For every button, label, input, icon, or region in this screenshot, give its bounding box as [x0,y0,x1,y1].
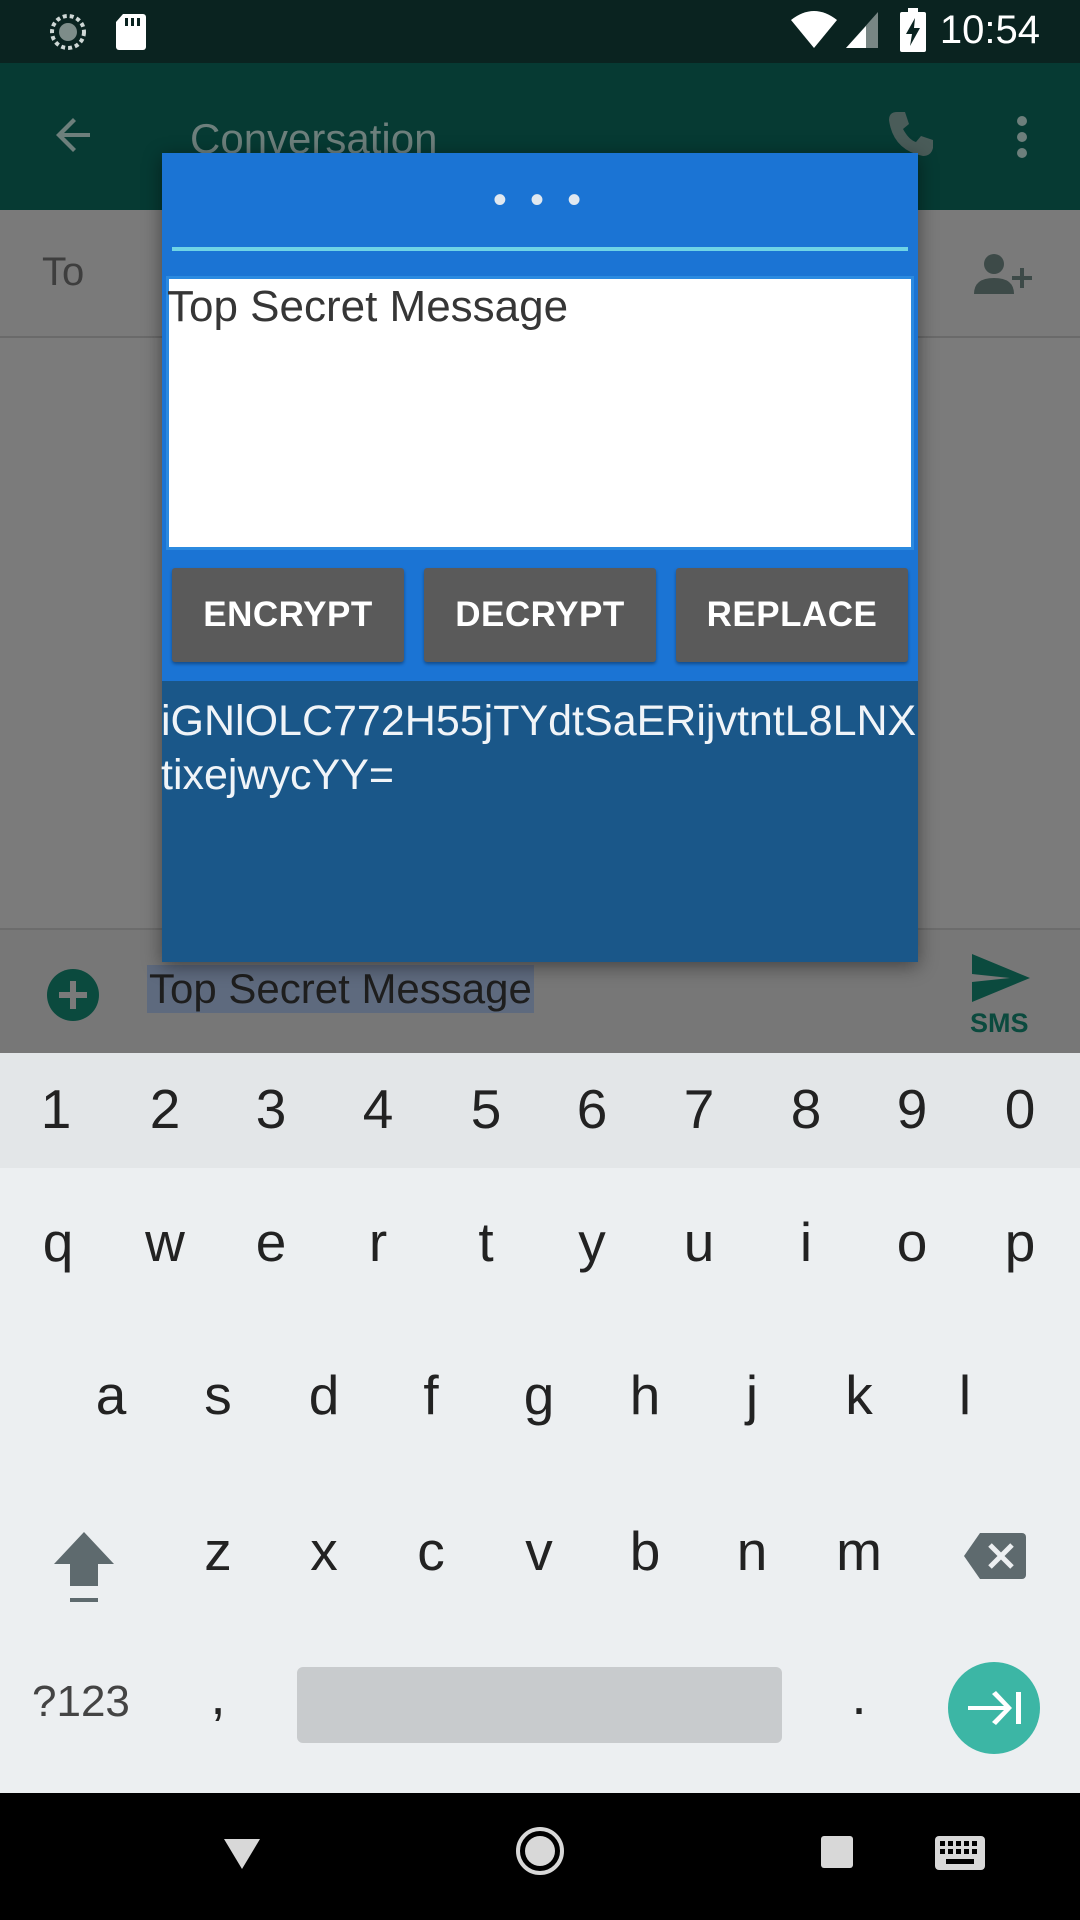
keyboard-icon[interactable] [934,1835,986,1871]
decrypt-button[interactable]: DECRYPT [424,568,656,662]
ciphertext-value: iGNlOLC772H55jTYdtSaERijvtntL8LNXtixejwy… [161,697,917,799]
shift-icon[interactable] [52,1530,116,1606]
key-i[interactable]: i [766,1210,846,1274]
space-bar[interactable] [297,1667,782,1743]
key-m[interactable]: m [819,1519,899,1583]
key-n[interactable]: n [712,1519,792,1583]
key-2[interactable]: 2 [125,1077,205,1141]
key-b[interactable]: b [605,1519,685,1583]
key-p[interactable]: p [980,1210,1060,1274]
key-q[interactable]: q [18,1210,98,1274]
key-u[interactable]: u [659,1210,739,1274]
more-vert-icon[interactable] [1010,113,1034,161]
key-6[interactable]: 6 [552,1077,632,1141]
add-contact-icon[interactable] [972,252,1038,296]
send-sms-label[interactable]: SMS [970,1008,1029,1039]
key-t[interactable]: t [446,1210,526,1274]
encryption-dialog: • • • Top Secret Message ENCRYPT DECRYPT… [161,153,918,962]
dialog-title: • • • [492,178,588,222]
ciphertext-output: iGNlOLC772H55jTYdtSaERijvtntL8LNXtixejwy… [161,681,918,962]
home-circle-icon[interactable] [515,1826,565,1876]
key-0[interactable]: 0 [980,1077,1060,1141]
key-1[interactable]: 1 [16,1077,96,1141]
back-triangle-icon[interactable] [222,1837,262,1871]
wifi-icon [791,11,837,48]
replace-button[interactable]: REPLACE [676,568,908,662]
encrypt-button[interactable]: ENCRYPT [172,568,404,662]
sync-icon [50,14,86,50]
key-d[interactable]: d [284,1363,364,1427]
key-period[interactable]: . [819,1663,899,1727]
enter-key[interactable] [948,1662,1040,1754]
number-row: 1 2 3 4 5 6 7 8 9 0 [0,1053,1080,1168]
key-4[interactable]: 4 [338,1077,418,1141]
key-k[interactable]: k [819,1363,899,1427]
key-h[interactable]: h [605,1363,685,1427]
sd-card-icon [116,14,146,50]
status-bar: 10:54 [0,0,1080,63]
send-icon[interactable] [970,952,1032,1004]
battery-charging-icon [900,8,926,52]
back-arrow-icon[interactable] [50,111,98,159]
key-x[interactable]: x [284,1519,364,1583]
plaintext-input[interactable]: Top Secret Message [166,276,914,550]
plaintext-value: Top Secret Message [167,282,569,331]
key-o[interactable]: o [872,1210,952,1274]
key-y[interactable]: y [552,1210,632,1274]
to-label: To [42,250,85,294]
recents-square-icon[interactable] [820,1835,854,1869]
key-s[interactable]: s [178,1363,258,1427]
key-f[interactable]: f [391,1363,471,1427]
key-r[interactable]: r [338,1210,418,1274]
key-5[interactable]: 5 [446,1077,526,1141]
key-a[interactable]: a [71,1363,151,1427]
message-input[interactable]: Top Secret Message [147,965,534,1013]
key-g[interactable]: g [499,1363,579,1427]
key-9[interactable]: 9 [872,1077,952,1141]
backspace-icon[interactable] [962,1531,1028,1581]
navigation-bar [0,1793,1080,1920]
key-3[interactable]: 3 [231,1077,311,1141]
key-w[interactable]: w [125,1210,205,1274]
key-7[interactable]: 7 [659,1077,739,1141]
key-c[interactable]: c [391,1519,471,1583]
key-j[interactable]: j [712,1363,792,1427]
dialog-divider [172,247,908,251]
key-l[interactable]: l [925,1363,1005,1427]
key-z[interactable]: z [178,1519,258,1583]
next-arrow-icon [968,1691,1021,1725]
signal-icon [846,12,878,48]
key-comma[interactable]: , [178,1663,258,1727]
add-attachment-icon[interactable] [46,968,100,1022]
clock: 10:54 [939,8,1040,52]
key-v[interactable]: v [499,1519,579,1583]
symbols-key[interactable]: ?123 [32,1677,130,1727]
key-e[interactable]: e [231,1210,311,1274]
key-8[interactable]: 8 [766,1077,846,1141]
